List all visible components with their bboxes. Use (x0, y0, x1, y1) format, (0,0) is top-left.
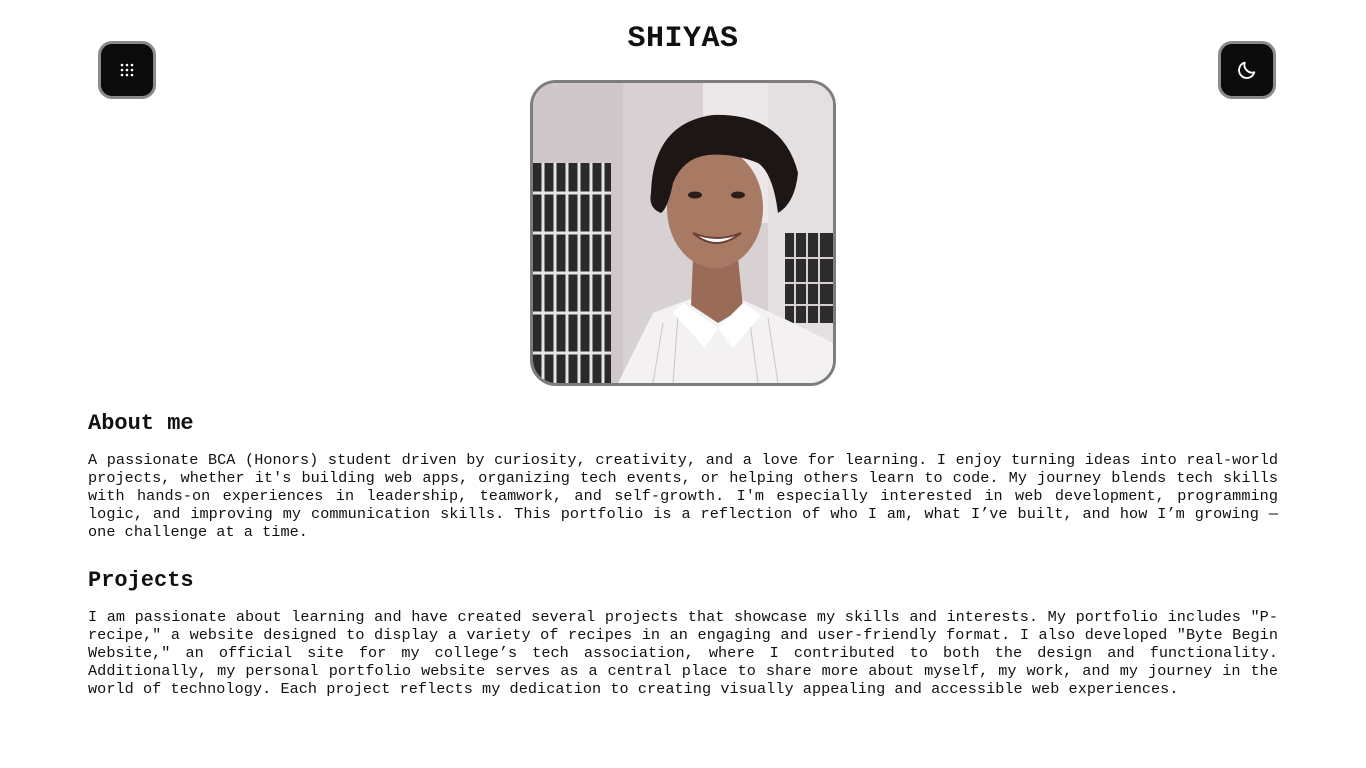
moon-icon (1236, 59, 1258, 81)
projects-section: Projects I am passionate about learning … (88, 568, 1278, 698)
projects-text: I am passionate about learning and have … (88, 608, 1278, 698)
profile-photo (530, 80, 836, 386)
grid-dots-icon (119, 62, 135, 78)
about-text: A passionate BCA (Honors) student driven… (88, 451, 1278, 541)
theme-toggle-button[interactable] (1218, 41, 1276, 99)
projects-heading: Projects (88, 568, 194, 593)
site-title: SHIYAS (627, 22, 739, 56)
about-section: About me A passionate BCA (Honors) stude… (88, 411, 1278, 541)
about-heading: About me (88, 411, 194, 436)
